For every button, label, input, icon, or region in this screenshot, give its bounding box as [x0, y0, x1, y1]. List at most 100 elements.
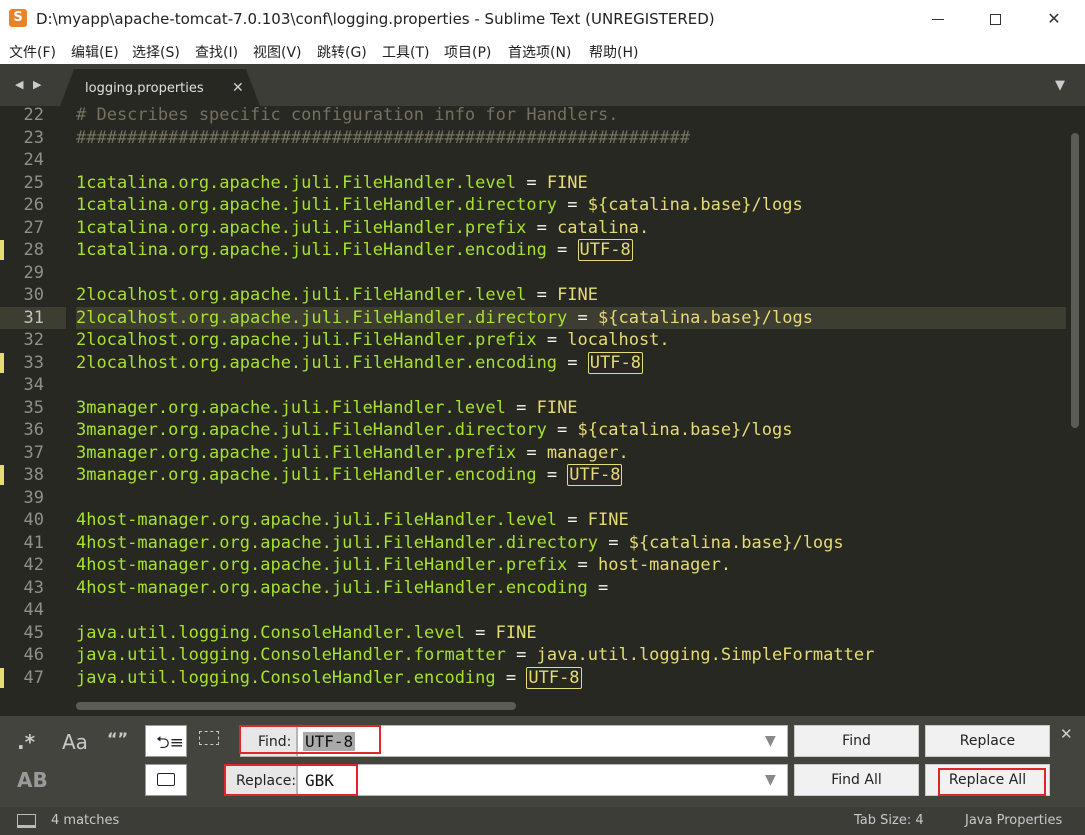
horizontal-scrollbar[interactable]: [76, 702, 516, 710]
whole-word-toggle[interactable]: “”: [107, 729, 128, 748]
replace-history-dropdown-icon[interactable]: ▼: [765, 772, 776, 788]
menu-help[interactable]: 帮助(H): [589, 42, 638, 62]
code-area[interactable]: # Describes specific configuration info …: [76, 106, 1066, 716]
in-selection-icon[interactable]: [199, 731, 219, 745]
line-number-row: 32: [0, 329, 66, 352]
line-number-row: 29: [0, 262, 66, 285]
comment-text: # Describes specific configuration info …: [76, 106, 619, 125]
line-number-row: 44: [0, 599, 66, 622]
menu-edit[interactable]: 编辑(E): [71, 42, 119, 62]
code-line[interactable]: 1catalina.org.apache.juli.FileHandler.le…: [76, 172, 588, 195]
line-number: 47: [23, 667, 44, 688]
code-line[interactable]: 1catalina.org.apache.juli.FileHandler.pr…: [76, 217, 649, 240]
property-value: ${catalina.base}/logs: [577, 420, 793, 440]
menu-selection[interactable]: 选择(S): [132, 42, 180, 62]
preserve-case-toggle[interactable]: AB: [17, 768, 48, 792]
tab-prev-icon[interactable]: ◀: [15, 78, 23, 91]
code-line[interactable]: 2localhost.org.apache.juli.FileHandler.p…: [76, 329, 670, 352]
property-value: catalina.: [557, 217, 650, 238]
code-line[interactable]: java.util.logging.ConsoleHandler.level =…: [76, 622, 537, 645]
replace-input[interactable]: GBK ▼: [297, 764, 788, 796]
line-number: 42: [23, 555, 44, 575]
code-line[interactable]: 1catalina.org.apache.juli.FileHandler.en…: [76, 239, 633, 262]
regex-toggle[interactable]: .*: [17, 730, 35, 754]
code-line[interactable]: 3manager.org.apache.juli.FileHandler.lev…: [76, 397, 578, 420]
case-sensitive-toggle[interactable]: Aa: [62, 730, 88, 754]
vertical-scrollbar[interactable]: [1071, 133, 1079, 428]
panel-toggle-icon[interactable]: [17, 814, 36, 828]
replace-button[interactable]: Replace: [925, 725, 1050, 757]
line-number: 37: [23, 442, 44, 463]
search-match-value: UTF-8: [567, 464, 623, 486]
close-window-button[interactable]: ✕: [1028, 0, 1080, 38]
line-number: 25: [23, 172, 44, 193]
tab-next-icon[interactable]: ▶: [33, 78, 41, 91]
line-number-row: 42: [0, 554, 66, 577]
property-value: java.util.logging.SimpleFormatter: [536, 645, 875, 665]
code-line[interactable]: 4host-manager.org.apache.juli.FileHandle…: [76, 577, 618, 600]
replace-all-highlight-box: [938, 768, 1046, 796]
find-highlight-box: [239, 725, 381, 754]
window-title: D:\myapp\apache-tomcat-7.0.103\conf\logg…: [36, 10, 715, 28]
minimize-button[interactable]: [912, 0, 964, 38]
menu-tools[interactable]: 工具(T): [382, 42, 429, 62]
property-key: java.util.logging.ConsoleHandler.encodin…: [76, 667, 496, 688]
assignment-operator: =: [536, 330, 568, 350]
menu-project[interactable]: 项目(P): [444, 42, 491, 62]
modified-line-marker: [0, 352, 4, 373]
menu-goto[interactable]: 跳转(G): [317, 42, 367, 62]
highlight-matches-toggle[interactable]: [145, 764, 187, 796]
find-all-button[interactable]: Find All: [794, 764, 919, 796]
close-icon: ✕: [1047, 9, 1061, 28]
assignment-operator: =: [546, 240, 578, 260]
property-key: 2localhost.org.apache.juli.FileHandler.p…: [76, 330, 537, 350]
code-line[interactable]: 3manager.org.apache.juli.FileHandler.enc…: [76, 464, 623, 487]
menu-preferences[interactable]: 首选项(N): [508, 42, 571, 62]
status-tab-size[interactable]: Tab Size: 4: [854, 813, 924, 828]
code-line[interactable]: ########################################…: [76, 127, 690, 150]
assignment-operator: =: [495, 667, 527, 688]
tab-logging-properties[interactable]: logging.properties ✕: [60, 69, 260, 106]
code-line[interactable]: 2localhost.org.apache.juli.FileHandler.l…: [76, 284, 598, 307]
maximize-button[interactable]: [969, 0, 1021, 38]
assignment-operator: =: [516, 172, 547, 193]
menu-view[interactable]: 视图(V): [253, 42, 302, 62]
assignment-operator: =: [516, 442, 547, 463]
assignment-operator: =: [567, 555, 598, 575]
code-line[interactable]: 3manager.org.apache.juli.FileHandler.pre…: [76, 442, 629, 465]
code-line[interactable]: 1catalina.org.apache.juli.FileHandler.di…: [76, 194, 803, 217]
wrap-toggle[interactable]: ⮌≡: [145, 725, 187, 757]
menu-file[interactable]: 文件(F): [9, 42, 56, 62]
modified-line-marker: [0, 240, 4, 260]
property-key: 3manager.org.apache.juli.FileHandler.dir…: [76, 420, 547, 440]
status-matches: 4 matches: [51, 813, 120, 828]
line-number-row: 41: [0, 532, 66, 555]
menu-find[interactable]: 查找(I): [195, 42, 238, 62]
tab-close-icon[interactable]: ✕: [232, 80, 244, 96]
line-number: 44: [23, 600, 44, 620]
line-number: 22: [23, 106, 44, 125]
status-syntax[interactable]: Java Properties: [965, 813, 1062, 828]
code-line[interactable]: 2localhost.org.apache.juli.FileHandler.e…: [76, 351, 643, 375]
code-line[interactable]: 4host-manager.org.apache.juli.FileHandle…: [76, 532, 844, 555]
find-button[interactable]: Find: [794, 725, 919, 757]
tab-dropdown-icon[interactable]: ▼: [1055, 78, 1065, 93]
find-history-dropdown-icon[interactable]: ▼: [765, 733, 776, 749]
code-line[interactable]: 4host-manager.org.apache.juli.FileHandle…: [76, 509, 629, 532]
code-line[interactable]: java.util.logging.ConsoleHandler.encodin…: [76, 666, 582, 690]
property-key: 1catalina.org.apache.juli.FileHandler.en…: [76, 240, 547, 260]
code-line[interactable]: # Describes specific configuration info …: [76, 106, 618, 127]
line-number: 34: [23, 375, 44, 395]
line-number-row: 25: [0, 172, 66, 195]
comment-text: ########################################…: [76, 127, 691, 148]
line-number-row: 34: [0, 374, 66, 397]
assignment-operator: =: [505, 645, 537, 665]
code-line[interactable]: 3manager.org.apache.juli.FileHandler.dir…: [76, 419, 792, 442]
editor[interactable]: 22 23 24 25 26 27 28 29 30 31 32 33 34 35 36 37 38 39 40 41…: [0, 106, 1085, 716]
code-line[interactable]: 2localhost.org.apache.juli.FileHandler.d…: [76, 307, 813, 330]
code-line[interactable]: 4host-manager.org.apache.juli.FileHandle…: [76, 554, 731, 577]
panel-close-icon[interactable]: ✕: [1060, 725, 1073, 743]
code-line[interactable]: java.util.logging.ConsoleHandler.formatt…: [76, 644, 874, 667]
line-number-row: 35: [0, 397, 66, 420]
property-value: FINE: [546, 172, 588, 193]
